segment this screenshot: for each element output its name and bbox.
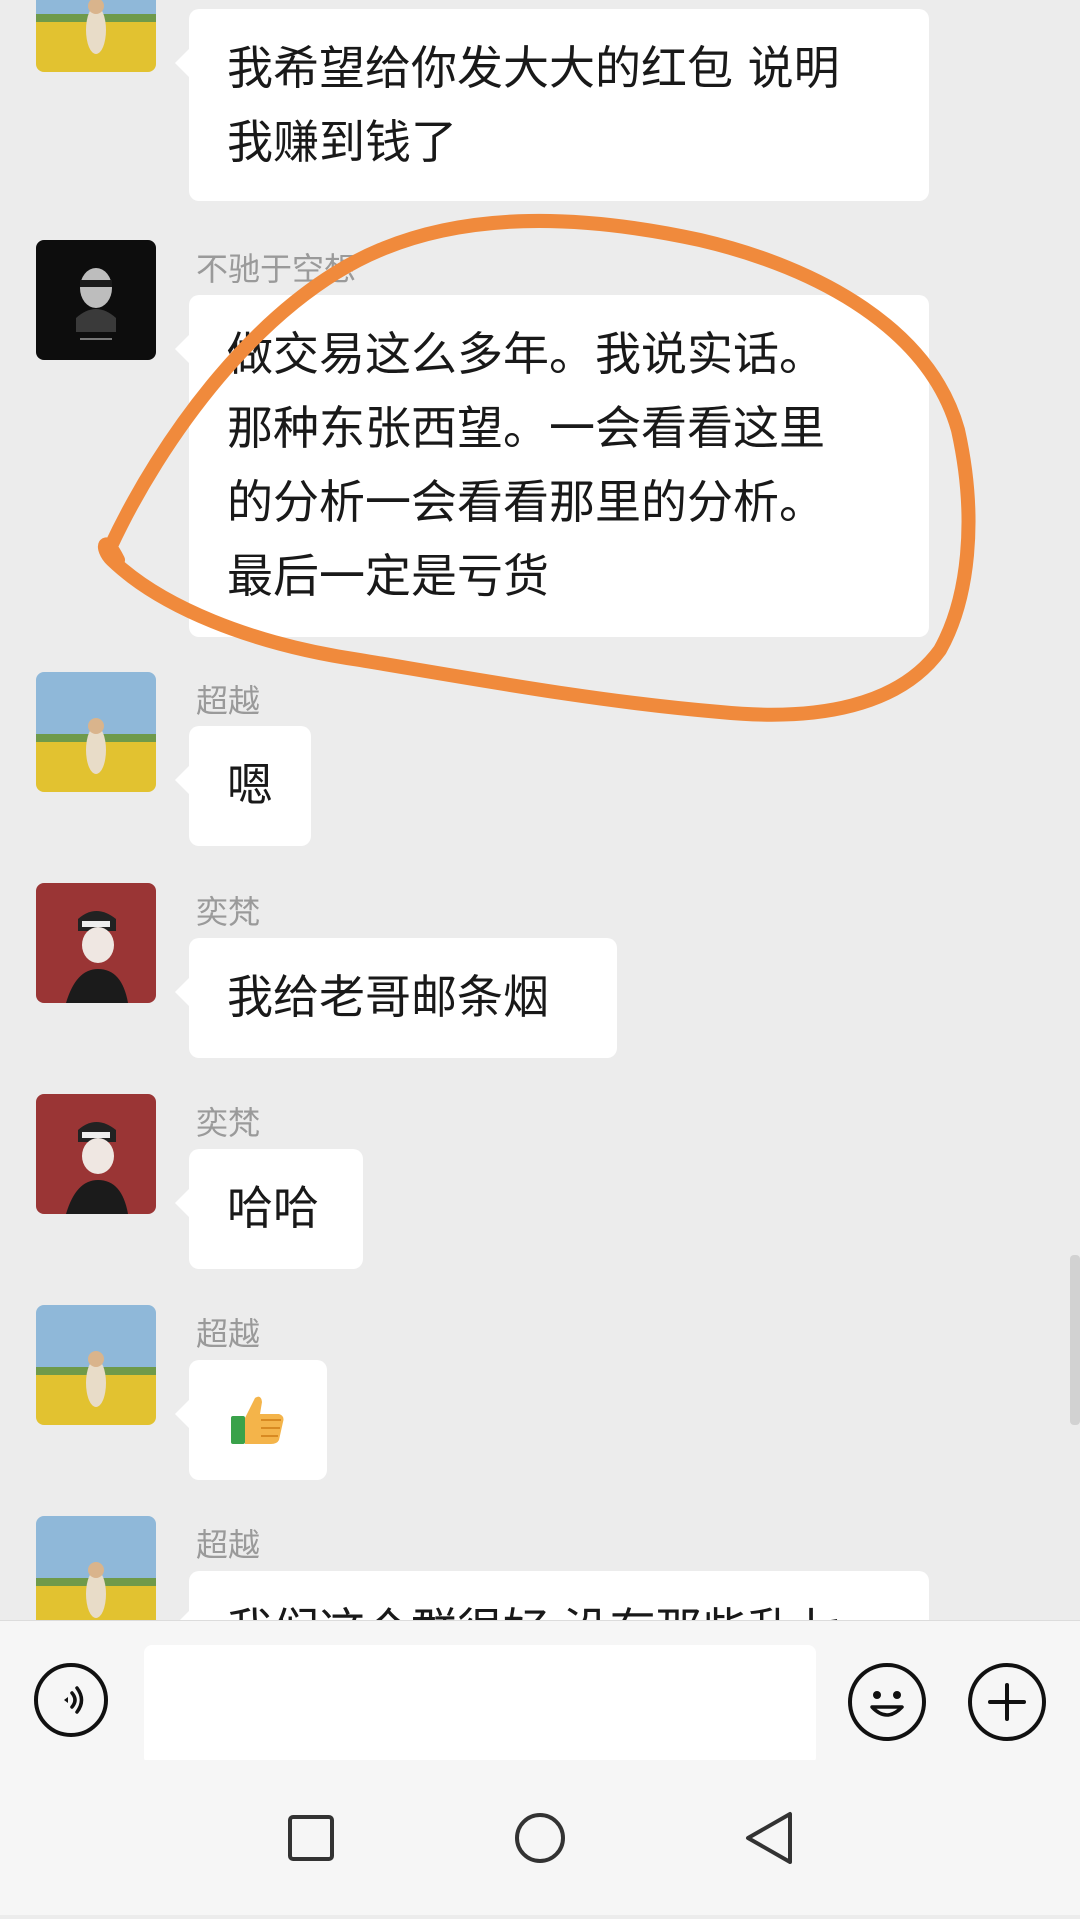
message-line: 我们这个群很好 没有那些乱七 xyxy=(227,1593,891,1620)
emoji-button[interactable] xyxy=(848,1663,926,1741)
voice-icon xyxy=(64,1686,84,1714)
message-bubble[interactable]: 我希望给你发大大的红包 说明 我赚到钱了 xyxy=(175,9,929,201)
message-line: 做交易这么多年。我说实话。 xyxy=(227,327,825,381)
avatar-flower-field[interactable] xyxy=(36,1516,156,1620)
message-line: 哈哈 xyxy=(227,1181,319,1235)
message-input[interactable] xyxy=(144,1645,816,1765)
message-bubble[interactable]: 做交易这么多年。我说实话。 那种东张西望。一会看看这里 的分析一会看看那里的分析… xyxy=(175,295,929,637)
scrollbar[interactable] xyxy=(1070,1255,1080,1425)
system-nav-bar xyxy=(0,1760,1080,1915)
square-icon xyxy=(288,1815,334,1861)
avatar-red-portrait[interactable] xyxy=(36,1094,156,1214)
input-bar xyxy=(0,1620,1080,1765)
avatar-red-portrait[interactable] xyxy=(36,883,156,1003)
sender-name: 超越 xyxy=(196,1526,261,1564)
message-line: 我给老哥邮条烟 xyxy=(227,970,549,1024)
voice-button[interactable] xyxy=(34,1663,108,1737)
message-line: 我赚到钱了 xyxy=(227,115,457,169)
circle-icon xyxy=(515,1813,565,1863)
home-button[interactable] xyxy=(480,1760,600,1915)
message-bubble[interactable]: 我们这个群很好 没有那些乱七 xyxy=(175,1571,929,1620)
sender-name: 奕梵 xyxy=(196,893,261,931)
message-line: 的分析一会看看那里的分析。 xyxy=(227,475,825,529)
recent-apps-button[interactable] xyxy=(250,1760,370,1915)
sender-name: 超越 xyxy=(196,1315,261,1353)
message-line: 嗯 xyxy=(227,758,273,812)
avatar-dark-portrait[interactable] xyxy=(36,240,156,360)
avatar-flower-field[interactable] xyxy=(36,0,156,72)
message-line: 最后一定是亏货 xyxy=(227,549,549,603)
more-button[interactable] xyxy=(968,1663,1046,1741)
message-bubble[interactable] xyxy=(175,1360,327,1480)
avatar-flower-field[interactable] xyxy=(36,1305,156,1425)
message-line: 那种东张西望。一会看看这里 xyxy=(227,401,825,455)
highlight-annotation xyxy=(97,213,976,722)
plus-icon xyxy=(988,1683,1026,1721)
message-bubble[interactable]: 我给老哥邮条烟 xyxy=(175,938,617,1058)
triangle-back-icon xyxy=(746,1812,792,1864)
sender-name: 奕梵 xyxy=(196,1104,261,1142)
thumbs-up-icon xyxy=(231,1396,284,1444)
back-button[interactable] xyxy=(710,1760,830,1915)
sender-name: 不驰于空想 xyxy=(196,250,357,288)
message-bubble[interactable]: 哈哈 xyxy=(175,1149,363,1269)
avatar-flower-field[interactable] xyxy=(36,672,156,792)
message-bubble[interactable]: 嗯 xyxy=(175,726,311,846)
emoji-icon xyxy=(870,1691,904,1717)
chat-area[interactable]: 我希望给你发大大的红包 说明 我赚到钱了 不驰于空想 做交易这么多年。我说实话。… xyxy=(0,0,1080,1620)
message-line: 我希望给你发大大的红包 说明 xyxy=(227,41,840,95)
sender-name: 超越 xyxy=(196,682,261,720)
